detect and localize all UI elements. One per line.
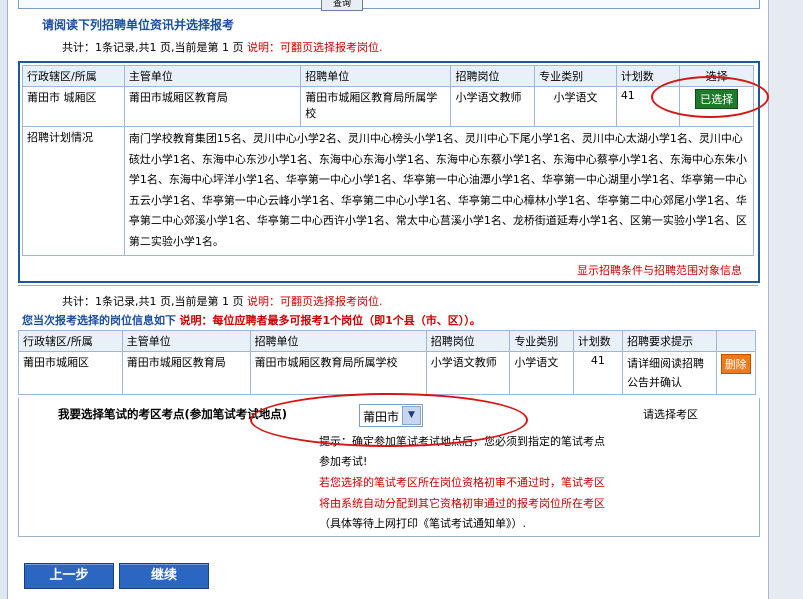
exam-note-5: （具体等待上网打印《笔试考试通知单》）. (319, 517, 526, 530)
col-employer-2: 招聘单位 (249, 330, 427, 352)
cell-category: 小学语文 (534, 86, 617, 127)
plan-row: 招聘计划情况 南门学校教育集团15名、灵川中心小学2名、灵川中心榜头小学1名、灵… (22, 126, 755, 256)
cell-hint-2: 请详细阅读招聘公告并确认 (622, 351, 717, 395)
chosen-table: 行政辖区/所属 主管单位 招聘单位 招聘岗位 专业类别 计划数 招聘要求提示 莆… (18, 330, 757, 395)
col-position-2: 招聘岗位 (425, 330, 511, 352)
top-panel-edge (18, 0, 760, 9)
table-header: 行政辖区/所属 主管单位 招聘单位 招聘岗位 专业类别 计划数 选择 (22, 65, 754, 87)
col-employer: 招聘单位 (300, 65, 452, 87)
exam-note-3: 若您选择的笔试考区所在岗位资格初审不通过时，笔试考区 (319, 476, 605, 489)
section-divider (18, 285, 758, 286)
cell-authority-2: 莆田市城厢区教育局 (121, 351, 251, 395)
col-region-2: 行政辖区/所属 (18, 330, 123, 352)
chosen-position-panel: 行政辖区/所属 主管单位 招聘单位 招聘岗位 专业类别 计划数 招聘要求提示 莆… (18, 330, 757, 398)
section-title-select: 请阅读下列招聘单位资讯并选择报考 (42, 18, 235, 32)
exam-note-2: 参加考试! (319, 455, 368, 468)
table-row: 莆田市 城厢区 莆田市城厢区教育局 莆田市城厢区教育局所属学校 小学语文教师 小… (22, 86, 754, 127)
chosen-title-text: 您当次报考选择的岗位信息如下 (22, 314, 176, 327)
page-note-2: 说明：可翻页选择报考岗位. (246, 295, 383, 308)
table-row: 莆田市城厢区 莆田市城厢区教育局 莆田市城厢区教育局所属学校 小学语文教师 小学… (18, 351, 757, 395)
prev-step-button[interactable]: 上一步 (24, 563, 114, 589)
exam-note-4: 将由系统自动分配到其它资格初审通过的报考岗位所在考区 (319, 497, 605, 510)
continue-button[interactable]: 继续 (119, 563, 209, 589)
col-count-2: 计划数 (572, 330, 624, 352)
cell-position: 小学语文教师 (450, 86, 536, 127)
col-action-2 (715, 330, 757, 352)
record-count-text: 共计：1条记录,共1 页,当前是第 1 页 (62, 41, 244, 54)
chosen-position-title: 您当次报考选择的岗位信息如下 说明：每位应聘者最多可报考1个岗位（即1个县（市、… (22, 312, 481, 328)
record-count-text-2: 共计：1条记录,共1 页,当前是第 1 页 (62, 295, 244, 308)
cell-region-2: 莆田市城厢区 (18, 351, 123, 395)
recruitment-info-panel: 行政辖区/所属 主管单位 招聘单位 招聘岗位 专业类别 计划数 选择 莆田市 城… (18, 61, 760, 283)
col-position: 招聘岗位 (450, 65, 536, 87)
highlight-circle-select (651, 76, 769, 118)
table-header: 行政辖区/所属 主管单位 招聘单位 招聘岗位 专业类别 计划数 招聘要求提示 (18, 330, 757, 352)
right-scrollbar[interactable] (768, 0, 803, 599)
col-hint-2: 招聘要求提示 (622, 330, 717, 352)
exam-site-hint: 请选择考区 (643, 408, 698, 421)
col-authority-2: 主管单位 (121, 330, 251, 352)
col-category: 专业类别 (534, 65, 617, 87)
page-note: 说明：可翻页选择报考岗位. (246, 41, 383, 54)
cell-category-2: 小学语文 (509, 351, 574, 395)
chosen-title-note: 说明：每位应聘者最多可报考1个岗位（即1个县（市、区））。 (179, 314, 481, 327)
cell-region: 莆田市 城厢区 (22, 86, 125, 127)
col-region: 行政辖区/所属 (22, 65, 125, 87)
recruitment-table: 行政辖区/所属 主管单位 招聘单位 招聘岗位 专业类别 计划数 选择 莆田市 城… (22, 65, 755, 256)
col-category-2: 专业类别 (509, 330, 574, 352)
record-summary-top: 共计：1条记录,共1 页,当前是第 1 页 说明：可翻页选择报考岗位. (62, 39, 382, 55)
plan-label: 招聘计划情况 (22, 126, 125, 256)
left-frame-strip (0, 0, 8, 599)
plan-text: 南门学校教育集团15名、灵川中心小学2名、灵川中心榜头小学1名、灵川中心下尾小学… (123, 126, 755, 256)
delete-button[interactable]: 删除 (720, 354, 751, 374)
cell-employer-2: 莆田市城厢区教育局所属学校 (249, 351, 427, 395)
record-summary-bottom: 共计：1条记录,共1 页,当前是第 1 页 说明：可翻页选择报考岗位. (62, 293, 382, 309)
cell-count-2: 41 (572, 351, 624, 395)
cell-action-2: 删除 (715, 351, 757, 395)
show-conditions-link[interactable]: 显示招聘条件与招聘范围对象信息 (577, 262, 742, 278)
cell-position-2: 小学语文教师 (425, 351, 511, 395)
col-authority: 主管单位 (123, 65, 302, 87)
cell-employer: 莆田市城厢区教育局所属学校 (300, 86, 452, 127)
query-button[interactable]: 查询 (321, 0, 363, 11)
cell-authority: 莆田市城厢区教育局 (123, 86, 302, 127)
highlight-circle-exam (250, 393, 528, 447)
